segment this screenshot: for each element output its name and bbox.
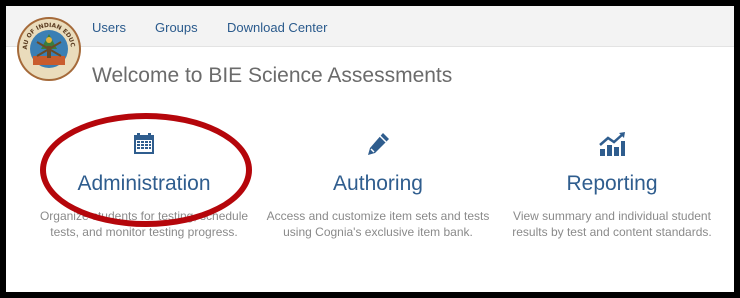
pencil-icon <box>262 124 494 164</box>
bie-seal-logo[interactable]: BUREAU OF INDIAN EDUCATION <box>16 16 82 82</box>
chart-icon <box>496 124 728 164</box>
tile-title[interactable]: Reporting <box>496 172 728 196</box>
tile-title[interactable]: Administration <box>28 172 260 196</box>
tile-administration[interactable]: Administration Organize students for tes… <box>28 124 260 240</box>
tile-authoring[interactable]: Authoring Access and customize item sets… <box>262 124 494 240</box>
tile-description: View summary and individual student resu… <box>512 209 712 239</box>
calendar-icon <box>28 124 260 164</box>
nav-link-groups[interactable]: Groups <box>155 20 198 35</box>
nav-link-users[interactable]: Users <box>92 20 126 35</box>
tile-title[interactable]: Authoring <box>262 172 494 196</box>
tile-reporting[interactable]: Reporting View summary and individual st… <box>496 124 728 240</box>
top-nav-bar: Users Groups Download Center <box>6 6 734 47</box>
app-window: Users Groups Download Center BUREAU OF I… <box>6 6 734 292</box>
page-title: Welcome to BIE Science Assessments <box>92 64 453 87</box>
nav-link-download-center[interactable]: Download Center <box>227 20 327 35</box>
tile-description: Access and customize item sets and tests… <box>266 209 490 239</box>
tile-description: Organize students for testing, schedule … <box>39 209 249 239</box>
